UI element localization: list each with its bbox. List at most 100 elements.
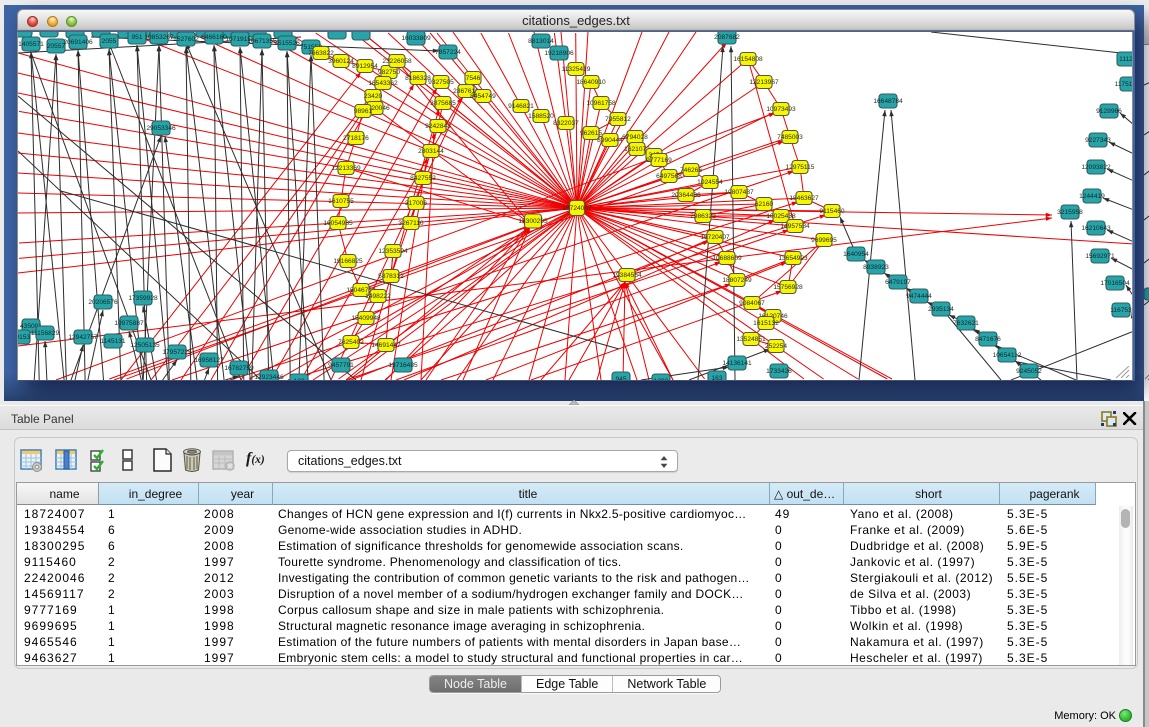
svg-text:9129966: 9129966 [1096, 108, 1122, 115]
svg-text:23226058: 23226058 [382, 58, 412, 65]
svg-text:6497568: 6497568 [656, 173, 682, 180]
svg-text:7986322: 7986322 [690, 213, 716, 220]
svg-text:7546: 7546 [466, 75, 481, 82]
svg-text:23420: 23420 [364, 93, 383, 100]
svg-text:10853267: 10853267 [144, 34, 174, 41]
svg-text:8813014: 8813014 [528, 38, 554, 45]
svg-text:17359928: 17359928 [128, 295, 158, 302]
svg-text:6466160: 6466160 [201, 34, 227, 41]
svg-text:7955812: 7955812 [605, 116, 631, 123]
svg-text:962615: 962615 [580, 130, 602, 137]
svg-text:29053346: 29053346 [146, 125, 176, 132]
svg-text:15756928: 15756928 [773, 284, 803, 291]
svg-text:12093822: 12093822 [1081, 164, 1111, 171]
svg-text:5878312: 5878312 [378, 273, 404, 280]
svg-text:2087682: 2087682 [714, 34, 740, 41]
svg-text:7632621: 7632621 [953, 320, 979, 327]
svg-text:18300295: 18300295 [518, 218, 548, 225]
svg-text:16154808: 16154808 [733, 56, 763, 63]
svg-text:12942757: 12942757 [68, 334, 98, 341]
svg-text:16648784: 16648784 [873, 98, 903, 105]
svg-text:1640954: 1640954 [843, 251, 869, 258]
svg-text:9084067: 9084067 [739, 300, 765, 307]
svg-text:7515526: 7515526 [274, 40, 300, 47]
svg-text:39153: 39153 [18, 334, 30, 341]
svg-text:10807487: 10807487 [724, 189, 754, 196]
svg-text:9457791: 9457791 [328, 362, 354, 369]
svg-text:14957584: 14957584 [780, 223, 810, 230]
svg-text:12353594: 12353594 [378, 248, 408, 255]
svg-text:129: 129 [293, 378, 304, 380]
svg-text:19218906: 19218906 [544, 50, 574, 57]
svg-text:98961: 98961 [354, 108, 373, 115]
svg-text:19384554: 19384554 [612, 272, 642, 279]
svg-text:15409948: 15409948 [351, 315, 381, 322]
svg-text:12975115: 12975115 [786, 164, 815, 171]
svg-text:9242848: 9242848 [425, 123, 451, 130]
svg-text:9699695: 9699695 [811, 237, 837, 244]
svg-text:13654923: 13654923 [778, 255, 808, 262]
svg-text:1527602: 1527602 [173, 36, 199, 43]
svg-text:18807249: 18807249 [722, 277, 752, 284]
svg-text:8938923: 8938923 [863, 264, 889, 271]
svg-text:116753: 116753 [1110, 307, 1132, 314]
svg-text:18463627: 18463627 [789, 195, 819, 202]
svg-text:18640910: 18640910 [576, 79, 606, 86]
svg-text:3215958: 3215958 [1057, 209, 1083, 216]
svg-text:10975887: 10975887 [114, 320, 144, 327]
svg-text:10654112: 10654112 [993, 352, 1022, 359]
svg-text:1610755: 1610755 [328, 198, 354, 205]
svg-text:11156829: 11156829 [31, 330, 60, 337]
svg-text:8990444: 8990444 [597, 137, 623, 144]
svg-text:19166825: 19166825 [333, 258, 363, 265]
svg-text:8912954: 8912954 [352, 63, 378, 70]
svg-text:8454749: 8454749 [470, 93, 496, 100]
svg-text:20364436: 20364436 [671, 192, 701, 199]
svg-text:9245052: 9245052 [1016, 368, 1042, 375]
svg-text:252254: 252254 [765, 343, 787, 350]
svg-text:7485003: 7485003 [777, 134, 803, 141]
svg-text:20206576: 20206576 [88, 299, 118, 306]
svg-text:10961758: 10961758 [586, 100, 616, 107]
svg-text:9146821: 9146821 [508, 103, 534, 110]
svg-text:12505135: 12505135 [130, 342, 160, 349]
svg-text:16782759: 16782759 [224, 365, 254, 372]
svg-text:945: 945 [615, 376, 626, 380]
svg-text:317006: 317006 [405, 200, 427, 207]
svg-text:1498222: 1498222 [365, 293, 391, 300]
svg-text:8471676: 8471676 [975, 336, 1001, 343]
svg-text:7857224: 7857224 [435, 49, 461, 56]
svg-text:16543362: 16543362 [368, 80, 398, 87]
svg-text:15720407: 15720407 [700, 234, 730, 241]
svg-text:163: 163 [711, 375, 722, 380]
svg-text:9115460: 9115460 [819, 208, 845, 215]
svg-text:62160: 62160 [755, 201, 774, 208]
svg-text:9227343: 9227343 [1085, 137, 1111, 144]
svg-text:6479197: 6479197 [885, 279, 911, 286]
svg-text:1405571: 1405571 [18, 41, 44, 48]
svg-text:10688609: 10688609 [712, 255, 742, 262]
svg-text:6794028: 6794028 [622, 134, 648, 141]
svg-text:12923446: 12923446 [254, 374, 284, 380]
svg-text:16958127: 16958127 [194, 357, 224, 364]
svg-text:16054985: 16054985 [323, 220, 353, 227]
svg-text:1292: 1292 [654, 378, 669, 380]
svg-text:9474444: 9474444 [906, 293, 932, 300]
svg-text:2935134: 2935134 [928, 306, 954, 313]
svg-text:11751074: 11751074 [1115, 81, 1133, 88]
svg-text:11325419: 11325419 [562, 66, 591, 73]
svg-text:3960124: 3960124 [328, 58, 354, 65]
svg-text:13716485: 13716485 [388, 362, 418, 369]
svg-text:1588520: 1588520 [528, 113, 554, 120]
svg-text:1244419: 1244419 [1079, 193, 1105, 200]
svg-text:10671355: 10671355 [247, 38, 277, 45]
svg-text:3267110: 3267110 [398, 220, 424, 227]
svg-text:15692971: 15692971 [1085, 253, 1115, 260]
svg-text:16033809: 16033809 [401, 35, 431, 42]
svg-text:12213967: 12213967 [749, 79, 779, 86]
svg-text:951: 951 [131, 34, 142, 41]
svg-text:17957225: 17957225 [162, 349, 192, 356]
svg-text:746266: 746266 [680, 167, 702, 174]
svg-text:14691447: 14691447 [371, 342, 401, 349]
svg-text:2803144: 2803144 [418, 148, 444, 155]
